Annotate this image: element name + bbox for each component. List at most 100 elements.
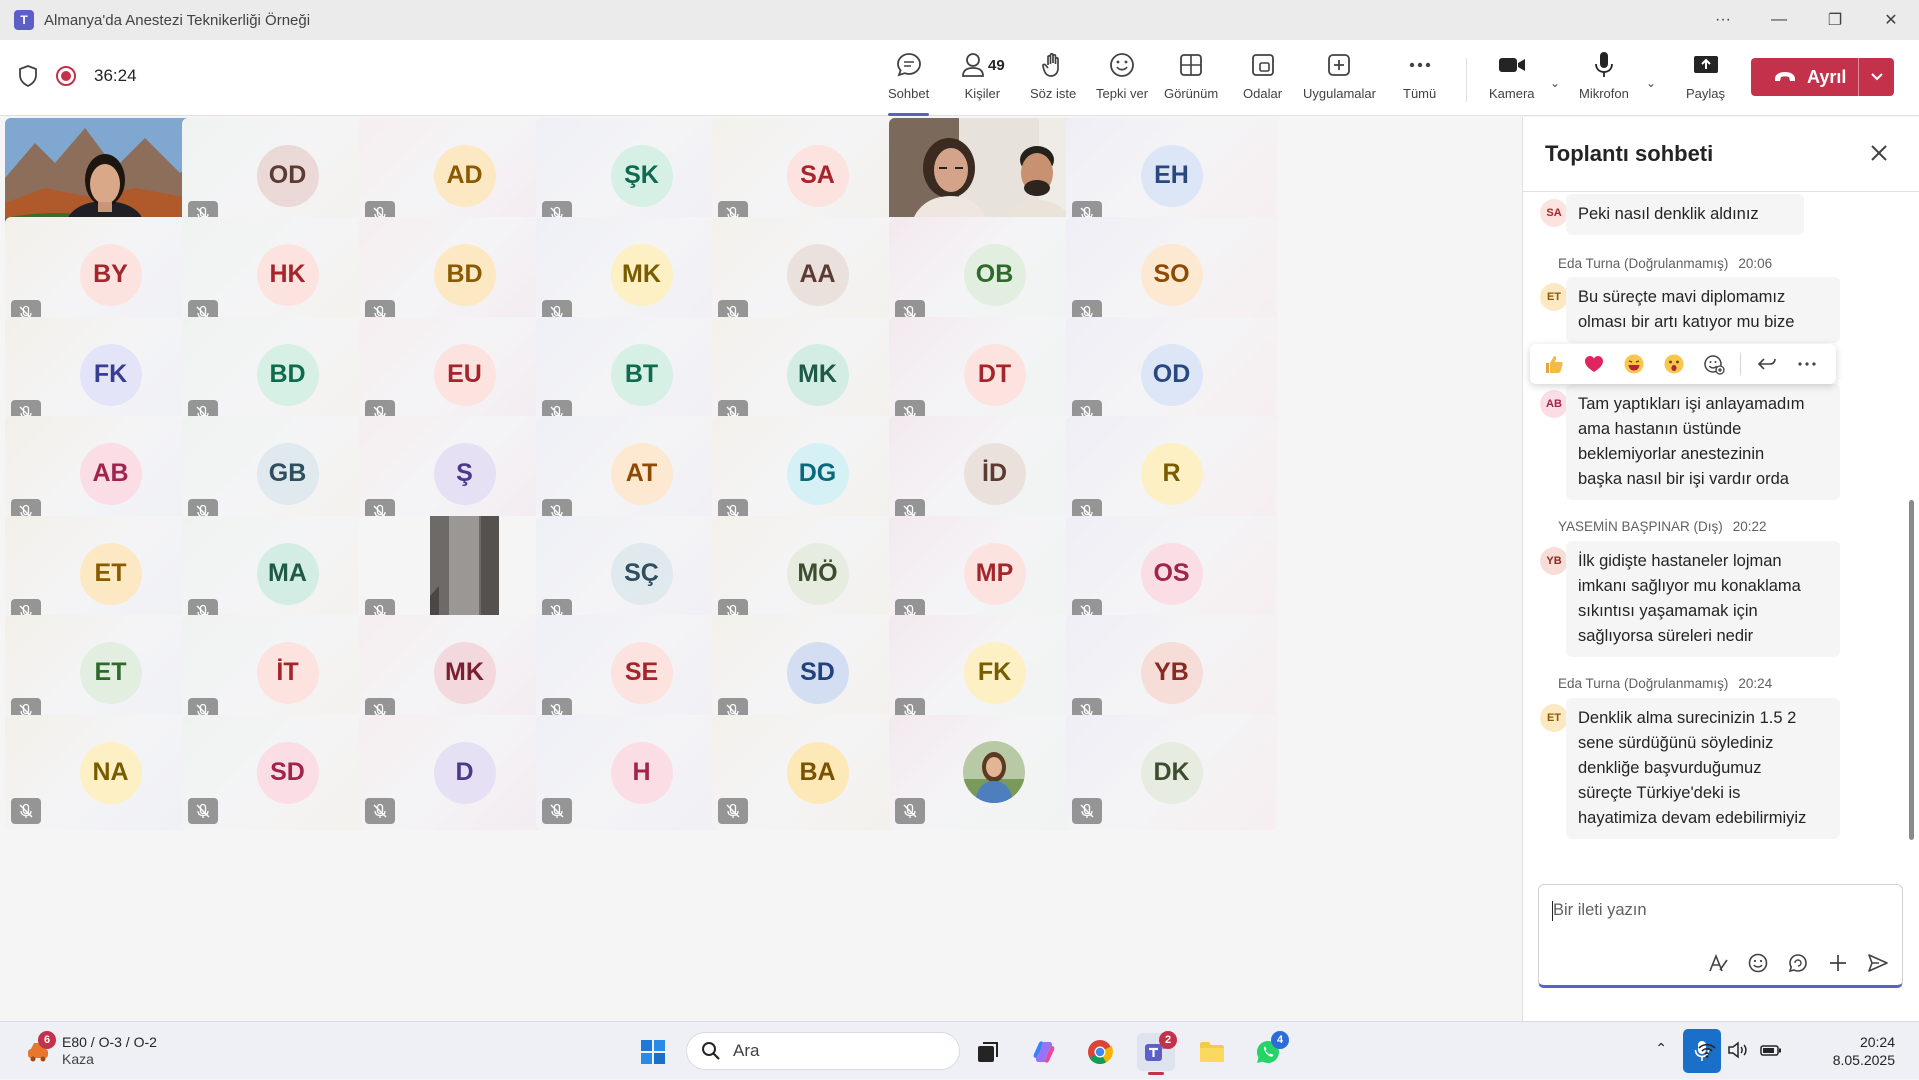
mic-button[interactable]: Mikrofon	[1579, 50, 1629, 112]
message-time: 20:06	[1738, 256, 1773, 271]
participant-tile[interactable]: DK	[1066, 715, 1277, 830]
chrome-button[interactable]	[1081, 1033, 1119, 1071]
participant-avatar: GB	[256, 442, 319, 505]
rooms-button[interactable]: Odalar	[1243, 50, 1282, 112]
microphone-icon	[1595, 52, 1613, 77]
participant-avatar: NA	[79, 741, 142, 804]
leave-button[interactable]: Ayrıl	[1751, 58, 1894, 96]
participant-avatar: BY	[79, 243, 142, 306]
add-reaction-icon[interactable]	[1700, 350, 1728, 378]
volume-icon[interactable]	[1727, 1040, 1749, 1060]
message-bubble[interactable]: Denklik alma surecinizin 1.5 2 sene sürdü…	[1566, 698, 1840, 839]
loop-icon[interactable]	[1786, 951, 1810, 975]
participant-tile[interactable]: YB	[1066, 615, 1277, 730]
camera-options-chevron-icon[interactable]: ⌄	[1550, 76, 1560, 90]
message-text-line: İlk gidişte hastaneler lojman	[1578, 552, 1782, 570]
leave-options-chevron-icon[interactable]	[1859, 72, 1894, 82]
weather-widget[interactable]: 6 E80 / O-3 / O-2 Kaza	[24, 1031, 157, 1068]
chat-scrollbar[interactable]	[1909, 500, 1914, 840]
participant-grid: OD AD ŞK SA EH BY HK BD MK AA OB SO FK BD EU BT MK DT OD AB…	[0, 117, 1521, 1021]
message-bubble[interactable]: Tam yaptıkları işi anlayamadım ama hastan…	[1566, 384, 1840, 500]
participant-avatar: SO	[1140, 243, 1203, 306]
participant-avatar: H	[610, 741, 673, 804]
participant-tile[interactable]: SO	[1066, 217, 1277, 332]
participant-avatar: ET	[79, 641, 142, 704]
more-actions-button[interactable]: Tümü	[1403, 50, 1436, 112]
thumbs-up-icon[interactable]	[1540, 350, 1568, 378]
camera-button[interactable]: Kamera	[1489, 50, 1535, 112]
camera-icon	[1498, 58, 1525, 72]
participant-tile[interactable]: R	[1066, 416, 1277, 531]
composer-placeholder[interactable]: Bir ileti yazın	[1553, 901, 1647, 920]
participant-avatar: FK	[79, 343, 142, 406]
clock-time: 20:24	[1859, 1034, 1895, 1050]
battery-icon[interactable]	[1759, 1040, 1783, 1060]
task-view-button[interactable]	[969, 1033, 1007, 1071]
participant-avatar: FK	[963, 641, 1026, 704]
attach-plus-icon[interactable]	[1826, 951, 1850, 975]
shield-icon	[19, 65, 37, 88]
participant-tile[interactable]: OD	[1066, 317, 1277, 432]
message-avatar[interactable]: YB	[1540, 547, 1568, 575]
message-more-icon[interactable]	[1793, 350, 1821, 378]
reaction-separator	[1740, 353, 1741, 375]
format-icon[interactable]	[1706, 951, 1730, 975]
message-text-line: Peki nasıl denklik aldınız	[1578, 205, 1759, 223]
message-bubble[interactable]: İlk gidişte hastaneler lojman imkanı sağl…	[1566, 541, 1840, 657]
add-app-icon	[1328, 54, 1351, 76]
view-button[interactable]: Görünüm	[1164, 50, 1218, 112]
whatsapp-button[interactable]: 4	[1249, 1031, 1289, 1071]
minimize-button[interactable]: —	[1751, 0, 1807, 40]
participant-tile[interactable]: EH	[1066, 118, 1277, 233]
maximize-button[interactable]: ❐	[1807, 0, 1863, 40]
taskbar-search[interactable]: Ara	[686, 1032, 960, 1070]
ellipsis-icon	[1409, 62, 1430, 68]
copilot-button[interactable]	[1025, 1033, 1063, 1071]
message-bubble[interactable]: Bu süreçte mavi diplomamız olması bir art…	[1566, 277, 1840, 343]
search-placeholder: Ara	[733, 1041, 760, 1060]
teams-taskbar-button[interactable]: 2	[1137, 1031, 1177, 1075]
laugh-icon[interactable]	[1620, 350, 1648, 378]
close-window-button[interactable]: ✕	[1863, 0, 1919, 40]
message-text-line: başka nasıl bir işi vardır orda	[1578, 470, 1789, 488]
more-options-icon[interactable]: ···	[1695, 0, 1751, 40]
message-avatar[interactable]: AB	[1540, 390, 1568, 418]
send-icon[interactable]	[1866, 951, 1890, 975]
system-clock[interactable]: 20:24 8.05.2025	[1833, 1033, 1895, 1069]
participant-avatar: AT	[610, 442, 673, 505]
message-composer[interactable]: Bir ileti yazın	[1538, 884, 1903, 988]
share-screen-icon	[1693, 56, 1718, 73]
message-text-line: Bu süreçte mavi diplomamız	[1578, 288, 1786, 306]
clock-date: 8.05.2025	[1832, 1052, 1895, 1068]
tray-icons[interactable]	[1697, 1040, 1783, 1060]
wifi-icon[interactable]	[1697, 1040, 1717, 1060]
heart-icon[interactable]	[1580, 350, 1608, 378]
weather-line-1: E80 / O-3 / O-2	[62, 1034, 157, 1050]
show-hidden-icons-chevron-icon[interactable]: ⌃	[1655, 1040, 1667, 1057]
message-text-line: denkliğe başvurduğumuz	[1578, 759, 1762, 777]
message-meta: Eda Turna (Doğrulanmamış) 20:06	[1558, 256, 1772, 271]
leave-label: Ayrıl	[1807, 66, 1847, 87]
message-bubble[interactable]: Peki nasıl denklik aldınız	[1566, 194, 1804, 235]
react-button[interactable]: Tepki ver	[1096, 50, 1148, 112]
participant-avatar: SÇ	[610, 542, 673, 605]
message-avatar[interactable]: ET	[1540, 283, 1568, 311]
surprised-icon[interactable]	[1660, 350, 1688, 378]
participant-tile[interactable]: OS	[1066, 516, 1277, 631]
emoji-icon[interactable]	[1746, 951, 1770, 975]
raise-hand-button[interactable]: Söz iste	[1030, 50, 1076, 112]
breakout-rooms-icon	[1251, 54, 1274, 76]
close-chat-icon[interactable]	[1867, 141, 1891, 165]
chat-button[interactable]: Sohbet	[888, 50, 930, 116]
share-button[interactable]: Paylaş	[1686, 50, 1725, 112]
recording-indicator-icon	[56, 66, 76, 86]
message-avatar[interactable]: ET	[1540, 704, 1568, 732]
message-avatar[interactable]: SA	[1540, 199, 1568, 227]
reply-icon[interactable]	[1753, 350, 1781, 378]
people-button[interactable]: 49 Kişiler	[960, 50, 1005, 112]
start-button[interactable]	[634, 1033, 672, 1071]
file-explorer-button[interactable]	[1193, 1033, 1231, 1071]
participant-avatar: D	[433, 741, 496, 804]
mic-options-chevron-icon[interactable]: ⌄	[1646, 76, 1656, 90]
apps-button[interactable]: Uygulamalar	[1303, 50, 1376, 112]
